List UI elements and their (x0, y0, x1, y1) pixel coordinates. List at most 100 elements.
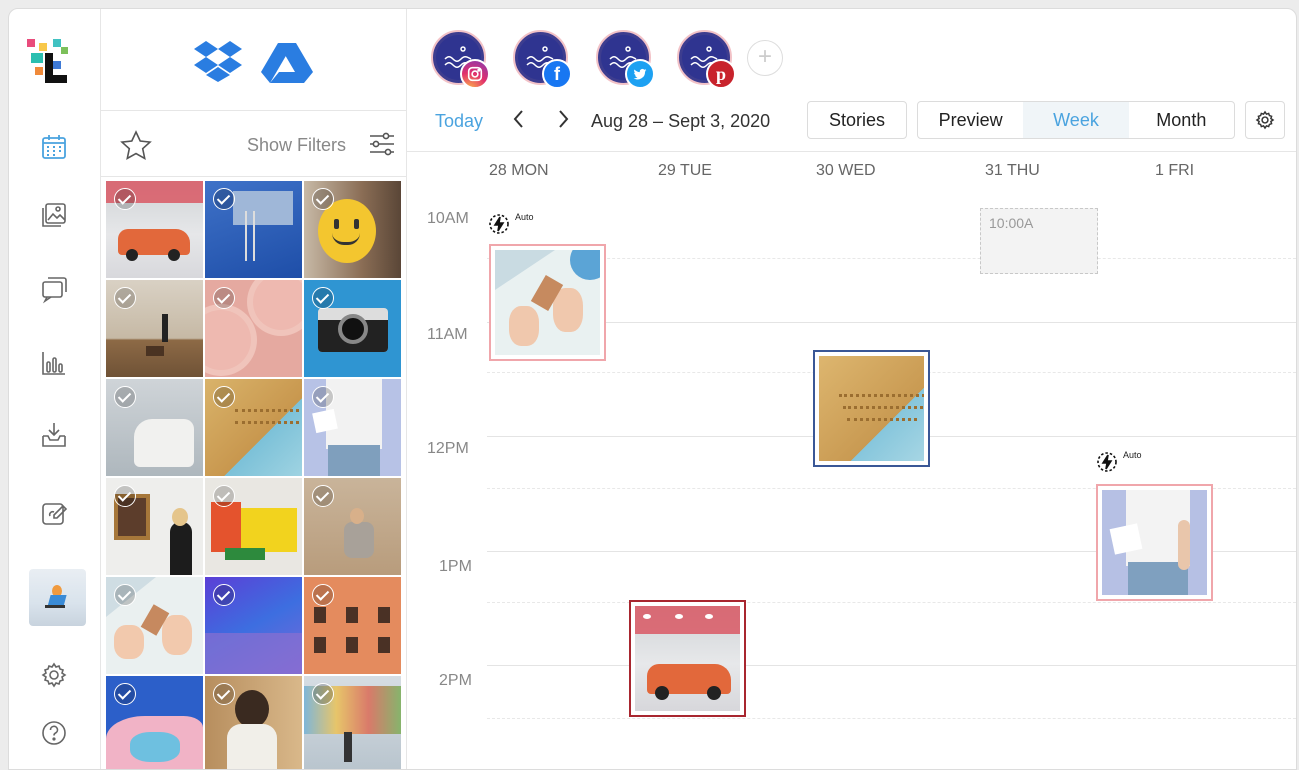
media-tile-pink-plates[interactable] (205, 280, 302, 377)
settings-icon[interactable] (38, 659, 70, 691)
instagram-icon (460, 59, 490, 89)
scheduled-post-fri-instagram[interactable] (1096, 484, 1213, 601)
gallery-icon[interactable] (38, 199, 70, 231)
selected-check-icon[interactable] (114, 485, 136, 507)
show-filters-label[interactable]: Show Filters (247, 135, 346, 156)
selected-check-icon[interactable] (213, 584, 235, 606)
selected-check-icon[interactable] (114, 683, 136, 705)
date-range-label: Aug 28 – Sept 3, 2020 (591, 111, 771, 131)
calendar-settings-button[interactable] (1245, 101, 1285, 139)
view-preview-tab[interactable]: Preview (918, 102, 1023, 138)
time-label-10am: 10AM (427, 210, 469, 227)
selected-check-icon[interactable] (114, 287, 136, 309)
scheduled-post-wed-facebook[interactable] (813, 350, 930, 467)
view-month-tab[interactable]: Month (1129, 102, 1234, 138)
media-tile-blue-pool[interactable] (205, 181, 302, 278)
selected-check-icon[interactable] (213, 683, 235, 705)
google-drive-icon[interactable] (261, 41, 313, 83)
scheduled-post-mon-instagram[interactable] (489, 244, 606, 361)
media-library: Show Filters (101, 9, 407, 769)
dropbox-icon[interactable] (193, 39, 243, 83)
selected-check-icon[interactable] (312, 683, 334, 705)
selected-check-icon[interactable] (213, 287, 235, 309)
media-tile-camera[interactable] (304, 280, 401, 377)
selected-check-icon[interactable] (213, 188, 235, 210)
app-window: Show Filters f p + Today Aug 28 – Sept 3… (8, 8, 1297, 770)
selected-check-icon[interactable] (312, 485, 334, 507)
pinterest-icon: p (706, 59, 736, 89)
calendar-icon[interactable] (38, 131, 70, 163)
profile-thumbnail[interactable] (29, 569, 86, 626)
calendar-toolbar: Today Aug 28 – Sept 3, 2020 Stories Prev… (407, 101, 1296, 141)
day-header-thu: 31 THU (985, 162, 1040, 179)
selected-check-icon[interactable] (213, 386, 235, 408)
favorite-star-icon[interactable] (119, 129, 153, 163)
hour-line (487, 665, 1296, 666)
selected-check-icon[interactable] (312, 386, 334, 408)
auto-label: Auto (515, 212, 534, 222)
selected-check-icon[interactable] (114, 584, 136, 606)
media-tile-woman-sitting[interactable] (304, 478, 401, 575)
media-tile-car[interactable] (106, 181, 203, 278)
day-header-wed: 30 WED (816, 162, 876, 179)
stories-button[interactable]: Stories (807, 101, 907, 139)
selected-check-icon[interactable] (213, 485, 235, 507)
media-tile-white-sculpture[interactable] (106, 379, 203, 476)
previous-week-button[interactable] (511, 108, 525, 136)
media-tile-mural[interactable] (304, 676, 401, 769)
media-tile-painting-viewer[interactable] (106, 478, 203, 575)
time-label-12pm: 12PM (427, 440, 469, 457)
profile-avatar-twitter[interactable] (596, 30, 655, 89)
auto-publish-marker: Auto (487, 212, 534, 236)
media-tile-woman-portrait[interactable] (205, 676, 302, 769)
inbox-download-icon[interactable] (38, 419, 70, 451)
profile-avatar-pinterest[interactable]: p (677, 30, 736, 89)
empty-time-slot[interactable]: 10:00A (980, 208, 1098, 274)
add-profile-button[interactable]: + (747, 40, 783, 76)
edit-link-icon[interactable] (38, 497, 70, 529)
left-rail (9, 9, 101, 769)
media-tile-paper-craft[interactable] (106, 577, 203, 674)
post-image (495, 250, 600, 355)
selected-check-icon[interactable] (312, 287, 334, 309)
next-week-button[interactable] (557, 108, 571, 136)
selected-check-icon[interactable] (312, 584, 334, 606)
view-switcher: Preview Week Month (917, 101, 1235, 139)
media-tile-smiley[interactable] (304, 181, 401, 278)
media-tile-colorful-sculpture[interactable] (106, 676, 203, 769)
today-button[interactable]: Today (435, 111, 483, 132)
media-tile-purple-light[interactable] (205, 577, 302, 674)
app-logo[interactable] (27, 39, 68, 87)
help-icon[interactable] (38, 717, 70, 749)
comments-icon[interactable] (38, 273, 70, 305)
selected-check-icon[interactable] (114, 188, 136, 210)
profile-avatar-instagram[interactable] (431, 30, 490, 89)
day-header-tue: 29 TUE (658, 162, 712, 179)
day-header-mon: 28 MON (489, 162, 549, 179)
post-image (819, 356, 924, 461)
calendar-main: f p + Today Aug 28 – Sept 3, 2020 Storie… (407, 9, 1296, 769)
media-tile-ceiling[interactable] (205, 379, 302, 476)
auto-publish-marker: Auto (1095, 450, 1142, 474)
selected-check-icon[interactable] (114, 386, 136, 408)
facebook-icon: f (542, 59, 572, 89)
analytics-icon[interactable] (38, 347, 70, 379)
selected-check-icon[interactable] (312, 188, 334, 210)
scheduled-post-tue-pinterest[interactable] (629, 600, 746, 717)
view-week-tab[interactable]: Week (1023, 102, 1129, 138)
half-hour-line (487, 258, 1296, 259)
time-label-2pm: 2PM (439, 672, 472, 689)
media-tile-building[interactable] (304, 577, 401, 674)
filter-sliders-icon[interactable] (367, 129, 397, 159)
day-header-fri: 1 FRI (1155, 162, 1195, 179)
auto-publish-icon (489, 214, 509, 234)
time-label-11am: 11AM (427, 326, 468, 343)
profile-avatar-facebook[interactable]: f (513, 30, 572, 89)
library-filter-bar: Show Filters (101, 111, 406, 177)
storage-sources (101, 9, 406, 111)
post-image (635, 606, 740, 711)
media-tile-color-blocks[interactable] (205, 478, 302, 575)
twitter-icon (625, 59, 655, 89)
media-tile-poetry-shirt[interactable] (304, 379, 401, 476)
media-tile-gallery-room[interactable] (106, 280, 203, 377)
